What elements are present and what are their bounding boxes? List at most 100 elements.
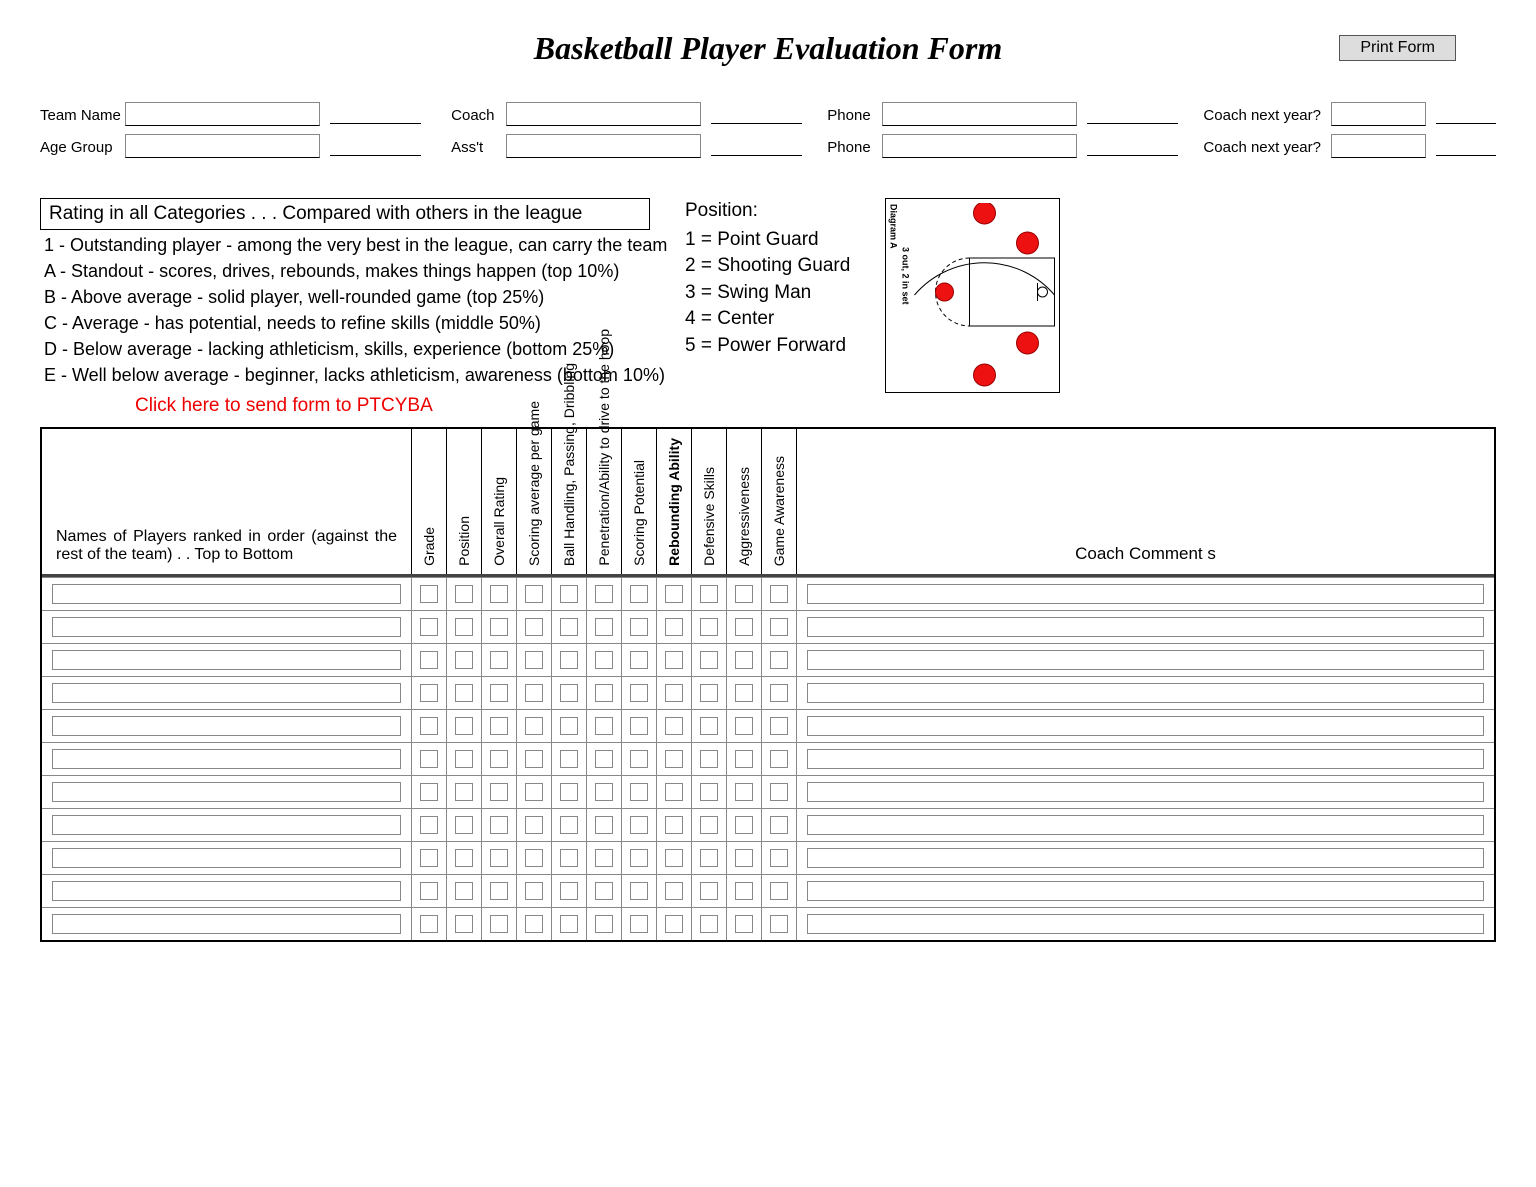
skill-rating-input[interactable] (630, 618, 648, 636)
skill-rating-input[interactable] (490, 585, 508, 603)
skill-rating-input[interactable] (700, 783, 718, 801)
skill-rating-input[interactable] (490, 684, 508, 702)
skill-rating-input[interactable] (490, 915, 508, 933)
skill-rating-input[interactable] (455, 750, 473, 768)
skill-rating-input[interactable] (560, 585, 578, 603)
skill-rating-input[interactable] (735, 783, 753, 801)
skill-rating-input[interactable] (455, 915, 473, 933)
skill-rating-input[interactable] (455, 618, 473, 636)
player-name-input[interactable] (52, 782, 401, 802)
skill-rating-input[interactable] (455, 816, 473, 834)
skill-rating-input[interactable] (525, 750, 543, 768)
skill-rating-input[interactable] (560, 816, 578, 834)
skill-rating-input[interactable] (735, 849, 753, 867)
skill-rating-input[interactable] (700, 684, 718, 702)
skill-rating-input[interactable] (595, 783, 613, 801)
skill-rating-input[interactable] (525, 849, 543, 867)
skill-rating-input[interactable] (665, 618, 683, 636)
skill-rating-input[interactable] (630, 717, 648, 735)
skill-rating-input[interactable] (665, 684, 683, 702)
skill-rating-input[interactable] (525, 618, 543, 636)
coach-comment-input[interactable] (807, 617, 1484, 637)
player-name-input[interactable] (52, 617, 401, 637)
skill-rating-input[interactable] (630, 816, 648, 834)
player-name-input[interactable] (52, 683, 401, 703)
skill-rating-input[interactable] (525, 915, 543, 933)
skill-rating-input[interactable] (700, 651, 718, 669)
player-name-input[interactable] (52, 848, 401, 868)
skill-rating-input[interactable] (560, 750, 578, 768)
player-name-input[interactable] (52, 716, 401, 736)
skill-rating-input[interactable] (455, 651, 473, 669)
skill-rating-input[interactable] (630, 849, 648, 867)
skill-rating-input[interactable] (735, 651, 753, 669)
skill-rating-input[interactable] (455, 684, 473, 702)
player-name-input[interactable] (52, 584, 401, 604)
skill-rating-input[interactable] (420, 915, 438, 933)
age-group-input[interactable] (125, 134, 320, 158)
skill-rating-input[interactable] (770, 750, 788, 768)
skill-rating-input[interactable] (595, 849, 613, 867)
skill-rating-input[interactable] (770, 816, 788, 834)
skill-rating-input[interactable] (665, 915, 683, 933)
skill-rating-input[interactable] (560, 783, 578, 801)
skill-rating-input[interactable] (735, 585, 753, 603)
skill-rating-input[interactable] (560, 651, 578, 669)
coach-comment-input[interactable] (807, 848, 1484, 868)
skill-rating-input[interactable] (630, 585, 648, 603)
skill-rating-input[interactable] (700, 750, 718, 768)
skill-rating-input[interactable] (665, 651, 683, 669)
skill-rating-input[interactable] (420, 651, 438, 669)
skill-rating-input[interactable] (770, 915, 788, 933)
skill-rating-input[interactable] (560, 915, 578, 933)
skill-rating-input[interactable] (595, 882, 613, 900)
skill-rating-input[interactable] (525, 651, 543, 669)
skill-rating-input[interactable] (595, 750, 613, 768)
skill-rating-input[interactable] (420, 585, 438, 603)
skill-rating-input[interactable] (665, 717, 683, 735)
skill-rating-input[interactable] (735, 816, 753, 834)
skill-rating-input[interactable] (420, 783, 438, 801)
coach-next-year-input[interactable] (1331, 102, 1426, 126)
skill-rating-input[interactable] (595, 717, 613, 735)
skill-rating-input[interactable] (735, 882, 753, 900)
skill-rating-input[interactable] (455, 783, 473, 801)
skill-rating-input[interactable] (770, 783, 788, 801)
coach-comment-input[interactable] (807, 650, 1484, 670)
skill-rating-input[interactable] (595, 816, 613, 834)
skill-rating-input[interactable] (665, 882, 683, 900)
coach-next-year2-input[interactable] (1331, 134, 1426, 158)
skill-rating-input[interactable] (420, 684, 438, 702)
skill-rating-input[interactable] (490, 618, 508, 636)
skill-rating-input[interactable] (735, 684, 753, 702)
skill-rating-input[interactable] (490, 882, 508, 900)
player-name-input[interactable] (52, 914, 401, 934)
coach-comment-input[interactable] (807, 815, 1484, 835)
send-form-link[interactable]: Click here to send form to PTCYBA (135, 395, 1496, 417)
skill-rating-input[interactable] (735, 750, 753, 768)
phone-input[interactable] (882, 102, 1077, 126)
skill-rating-input[interactable] (665, 750, 683, 768)
skill-rating-input[interactable] (420, 816, 438, 834)
skill-rating-input[interactable] (735, 618, 753, 636)
skill-rating-input[interactable] (525, 882, 543, 900)
skill-rating-input[interactable] (770, 717, 788, 735)
skill-rating-input[interactable] (770, 684, 788, 702)
skill-rating-input[interactable] (525, 585, 543, 603)
skill-rating-input[interactable] (420, 618, 438, 636)
skill-rating-input[interactable] (735, 915, 753, 933)
skill-rating-input[interactable] (420, 750, 438, 768)
skill-rating-input[interactable] (700, 585, 718, 603)
skill-rating-input[interactable] (735, 717, 753, 735)
skill-rating-input[interactable] (630, 750, 648, 768)
skill-rating-input[interactable] (455, 849, 473, 867)
skill-rating-input[interactable] (770, 585, 788, 603)
player-name-input[interactable] (52, 650, 401, 670)
coach-comment-input[interactable] (807, 683, 1484, 703)
skill-rating-input[interactable] (560, 684, 578, 702)
skill-rating-input[interactable] (490, 816, 508, 834)
coach-comment-input[interactable] (807, 716, 1484, 736)
skill-rating-input[interactable] (595, 684, 613, 702)
player-name-input[interactable] (52, 881, 401, 901)
skill-rating-input[interactable] (665, 585, 683, 603)
